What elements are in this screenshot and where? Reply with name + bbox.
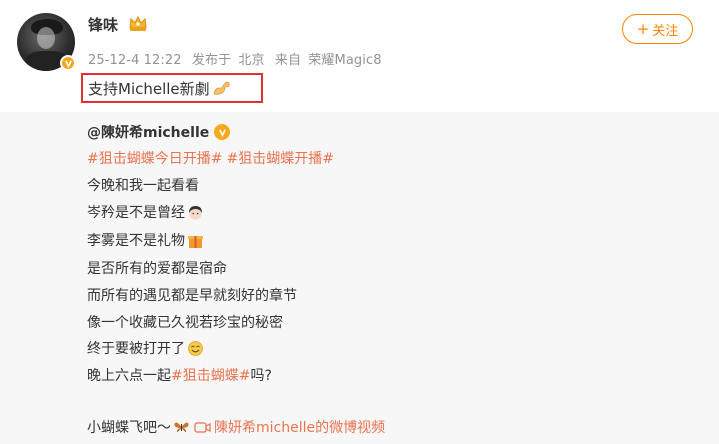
repost-line-text: 岑矜是不是曾经 bbox=[87, 205, 185, 221]
video-link[interactable]: 陳妍希michelle的微博视频 bbox=[214, 417, 385, 437]
repost-line: 而所有的遇见都是早就刻好的章节 bbox=[87, 288, 297, 304]
repost-line-text: 终于要被打开了 bbox=[87, 341, 185, 357]
repost-line: 终于要被打开了 bbox=[87, 338, 204, 358]
source-prefix: 发布于 bbox=[191, 53, 232, 68]
repost-card[interactable]: @陳妍希michelle #狙击蝴蝶今日开播# #狙击蝴蝶开播# 今晚和我一起看… bbox=[0, 112, 719, 444]
post-text: 支持Michelle新劇 bbox=[81, 73, 263, 103]
username[interactable]: 锋味 bbox=[88, 14, 118, 35]
butterfly-emoji bbox=[174, 422, 189, 432]
crown-icon bbox=[129, 15, 147, 31]
repost-author-row: @陳妍希michelle bbox=[87, 122, 231, 142]
repost-line: 像一个收藏已久视若珍宝的秘密 bbox=[87, 315, 283, 331]
device-prefix: 来自 bbox=[274, 53, 302, 68]
verified-icon bbox=[60, 55, 76, 71]
repost-line: 今晚和我一起看看 bbox=[87, 178, 199, 194]
repost-line: 是否所有的爱都是宿命 bbox=[87, 261, 227, 277]
flexed-arm-emoji bbox=[213, 81, 230, 95]
gift-emoji bbox=[188, 235, 203, 248]
location: 北京 bbox=[238, 53, 265, 68]
hashtag-link[interactable]: #狙击蝴蝶今日开播# bbox=[87, 148, 222, 168]
post-text-content: 支持Michelle新劇 bbox=[88, 79, 210, 98]
device: 荣耀Magic8 bbox=[308, 53, 382, 68]
repost-line-text: 晚上六点一起 bbox=[87, 368, 171, 384]
repost-author[interactable]: @陳妍希michelle bbox=[87, 122, 209, 142]
follow-label: 关注 bbox=[652, 23, 679, 39]
verified-icon bbox=[214, 124, 231, 140]
repost-line-text: 李雾是不是礼物 bbox=[87, 233, 185, 249]
repost-line: 晚上六点一起 #狙击蝴蝶# 吗? bbox=[87, 365, 272, 385]
smile-emoji bbox=[188, 340, 203, 356]
repost-line: 李雾是不是礼物 bbox=[87, 230, 204, 250]
hashtag-link[interactable]: #狙击蝴蝶# bbox=[171, 365, 250, 385]
hashtag-link[interactable]: #狙击蝴蝶开播# bbox=[226, 148, 333, 168]
plus-icon: + bbox=[636, 19, 650, 38]
post-meta: 25-12-4 12:22 发布于 北京 来自 荣耀Magic8 bbox=[88, 49, 388, 68]
video-icon bbox=[194, 421, 211, 433]
repost-line: 小蝴蝶飞吧～ 陳妍希michelle的微博视频 bbox=[87, 417, 385, 437]
repost-line-text: 小蝴蝶飞吧～ bbox=[87, 420, 171, 436]
timestamp[interactable]: 25-12-4 12:22 bbox=[88, 53, 182, 68]
repost-line-text: 吗? bbox=[250, 368, 272, 384]
girl-face-emoji bbox=[189, 205, 202, 219]
hashtag-row: #狙击蝴蝶今日开播# #狙击蝴蝶开播# bbox=[87, 148, 334, 168]
repost-line: 岑矜是不是曾经 bbox=[87, 202, 204, 222]
follow-button[interactable]: + 关注 bbox=[622, 14, 693, 44]
